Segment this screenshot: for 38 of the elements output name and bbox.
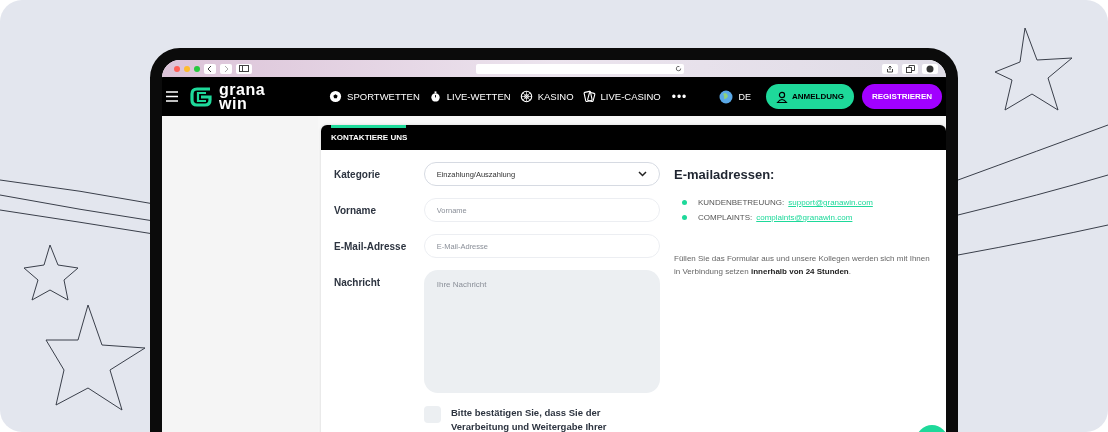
logo-text[interactable]: grana win <box>219 82 266 111</box>
email-heading: E-mailadressen: <box>674 167 776 182</box>
login-button[interactable]: ANMELDUNG <box>766 84 854 109</box>
back-icon[interactable] <box>204 63 216 74</box>
card-title: KONTAKTIERE UNS <box>331 133 408 142</box>
nav-link[interactable]: LIVE-WETTEN <box>428 90 511 103</box>
more-menu[interactable]: ••• <box>671 89 688 104</box>
close-dot-icon[interactable] <box>174 65 180 72</box>
ball-icon <box>329 90 343 103</box>
maximize-dot-icon[interactable] <box>194 65 200 72</box>
nav-link[interactable]: LIVE-CASINO <box>582 90 661 103</box>
bullet-icon <box>682 215 687 220</box>
field-label: E-Mail-Adresse <box>334 240 408 252</box>
chevron-down-icon <box>638 171 647 177</box>
minimize-dot-icon[interactable] <box>184 65 190 72</box>
sidebar-icon[interactable] <box>236 63 252 74</box>
register-button[interactable]: REGISTRIEREN <box>862 84 942 109</box>
language-selector[interactable]: DE <box>738 91 751 102</box>
menu-icon[interactable] <box>166 91 178 102</box>
cards-icon <box>582 90 596 103</box>
share-icon[interactable] <box>882 63 898 74</box>
tabs-icon[interactable] <box>902 63 918 74</box>
wheel-icon <box>519 90 533 103</box>
field-label: Kategorie <box>334 168 382 180</box>
nav-link[interactable]: KASINO <box>519 90 574 103</box>
globe-icon[interactable] <box>719 89 734 104</box>
message-field[interactable]: Ihre Nachricht <box>423 270 660 393</box>
stopwatch-icon <box>428 90 442 103</box>
email-label: COMPLAINTS: <box>698 213 753 222</box>
field-label: Nachricht <box>334 276 382 288</box>
email-label: KUNDENBETREUUNG: <box>698 198 785 207</box>
user-icon <box>776 90 788 103</box>
nav-link[interactable]: SPORTWETTEN <box>329 90 420 103</box>
reload-icon[interactable] <box>675 65 682 72</box>
consent-text: Bitte bestätigen Sie, dass Sie der Verarbeitung und Weitergabe Ihrer <box>451 406 608 432</box>
bullet-icon <box>682 200 687 205</box>
field-label: Vorname <box>334 204 378 216</box>
response-time-note: Füllen Sie das Formular aus und unsere Kollegen werden sich mit Ihnen in Verbindung setzen innerhalb von 24 Stunden. <box>674 253 931 278</box>
